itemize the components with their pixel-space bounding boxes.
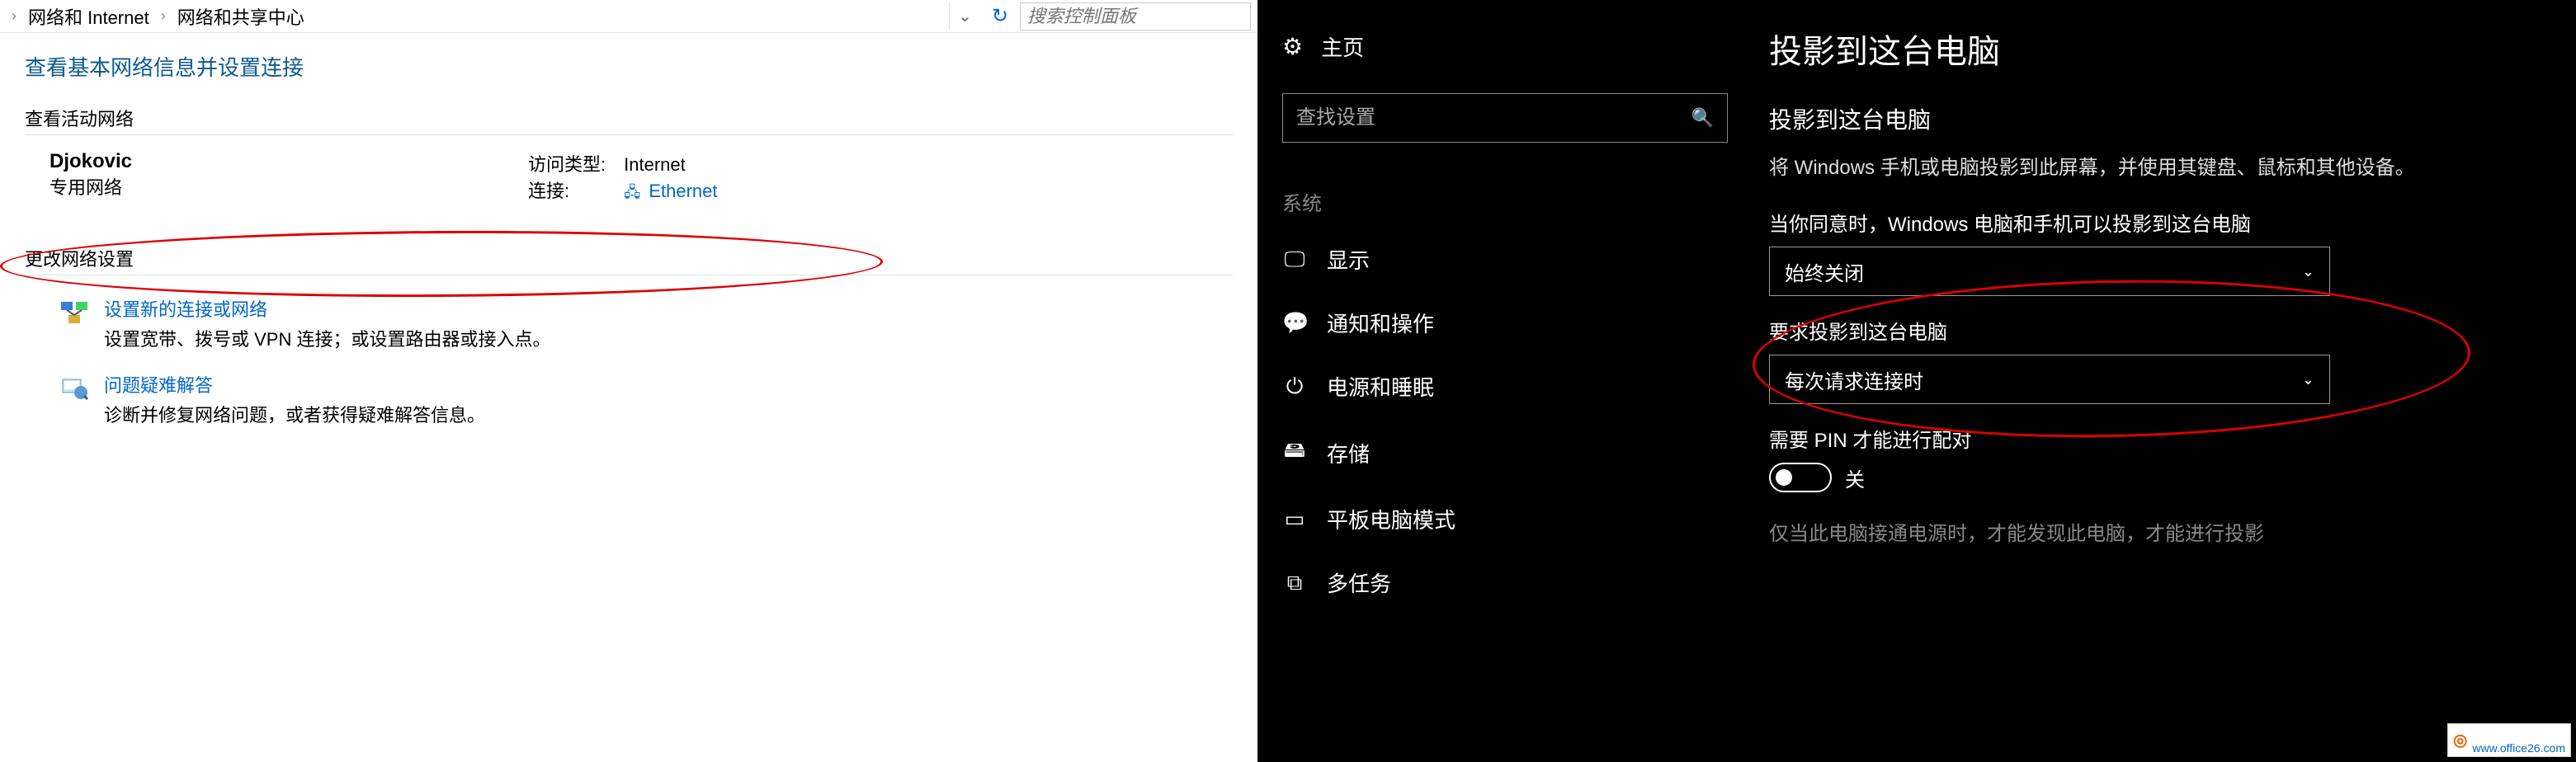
- breadcrumb: › 网络和 Internet › 网络和共享中心: [7, 3, 304, 30]
- ethernet-link[interactable]: Ethernet: [649, 181, 717, 201]
- office-logo-icon: ◎: [2453, 730, 2467, 750]
- toggle-knob: [1776, 469, 1792, 486]
- troubleshoot[interactable]: 问题疑难解答 诊断并修复网络问题，或者获得疑难解答信息。: [25, 361, 1233, 437]
- troubleshoot-desc: 诊断并修复网络问题，或者获得疑难解答信息。: [104, 401, 485, 427]
- breadcrumb-network-internet[interactable]: 网络和 Internet: [28, 3, 149, 30]
- chevron-right-icon: ›: [156, 7, 171, 25]
- home-button[interactable]: ⚙ 主页: [1257, 20, 1753, 73]
- require-pin-toggle[interactable]: [1769, 463, 1832, 492]
- address-dropdown-icon[interactable]: ⌄: [949, 2, 980, 30]
- category-system: 系统: [1257, 162, 1753, 228]
- connection-label: 连接:: [528, 176, 619, 203]
- setup-new-connection[interactable]: 设置新的连接或网络 设置宽带、拨号或 VPN 连接；或设置路由器或接入点。: [25, 285, 1233, 361]
- watermark-url: www.office26.com: [2472, 742, 2565, 755]
- network-setup-icon: [58, 295, 91, 328]
- access-type-label: 访问类型:: [528, 150, 619, 176]
- sidebar-item-multitask[interactable]: ⧉ 多任务: [1257, 551, 1753, 614]
- dropdown-value: 每次请求连接时: [1785, 365, 1923, 394]
- notifications-icon: 💬: [1282, 310, 1307, 336]
- control-panel-search[interactable]: 🔍: [1020, 2, 1251, 31]
- control-panel-body: 查看基本网络信息并设置连接 查看活动网络 Djokovic 专用网络 访问类型:…: [0, 33, 1257, 449]
- network-name: Djokovic: [50, 150, 528, 173]
- section-active-networks: 查看活动网络: [25, 105, 1233, 131]
- ethernet-icon: 🖧: [624, 184, 640, 200]
- sidebar-item-label: 电源和睡眠: [1327, 371, 1434, 402]
- toggle-state-label: 关: [1845, 463, 1865, 492]
- settings-sidebar: ⚙ 主页 🔍 系统 🖵 显示 💬 通知和操作 ⏻ 电源和睡眠 🖴 存储 ▭ 平板…: [1257, 0, 1753, 762]
- settings-search-input[interactable]: [1296, 106, 1691, 129]
- address-bar: › 网络和 Internet › 网络和共享中心 ⌄ ↻ 🔍: [0, 0, 1257, 33]
- multitask-icon: ⧉: [1282, 570, 1307, 596]
- sidebar-item-label: 多任务: [1327, 567, 1391, 598]
- sidebar-item-label: 通知和操作: [1327, 308, 1434, 338]
- settings-window: ⚙ 主页 🔍 系统 🖵 显示 💬 通知和操作 ⏻ 电源和睡眠 🖴 存储 ▭ 平板…: [1257, 0, 2576, 762]
- require-pin-label: 需要 PIN 才能进行配对: [1769, 424, 2543, 453]
- display-icon: 🖵: [1282, 247, 1307, 273]
- sidebar-item-label: 存储: [1327, 438, 1370, 468]
- chevron-down-icon: ⌄: [2302, 371, 2314, 388]
- sidebar-item-tablet[interactable]: ▭ 平板电脑模式: [1257, 487, 1753, 551]
- sidebar-item-label: 显示: [1327, 244, 1370, 275]
- plugged-in-help: 仅当此电脑接通电源时，才能发现此电脑，才能进行投影: [1769, 517, 2543, 546]
- watermark: ◎ Office教程网 www.office26.com: [2447, 723, 2571, 757]
- page-title: 投影到这台电脑: [1769, 25, 2543, 73]
- access-type-value: Internet: [624, 154, 686, 175]
- troubleshoot-link[interactable]: 问题疑难解答: [104, 371, 485, 397]
- section-subtitle: 投影到这台电脑: [1769, 102, 2543, 135]
- settings-main: 投影到这台电脑 投影到这台电脑 将 Windows 手机或电脑投影到此屏幕，并使…: [1753, 0, 2576, 762]
- storage-icon: 🖴: [1282, 435, 1307, 471]
- sidebar-item-label: 平板电脑模式: [1327, 504, 1455, 534]
- setup-connection-desc: 设置宽带、拨号或 VPN 连接；或设置路由器或接入点。: [104, 325, 550, 351]
- dropdown-value: 始终关闭: [1785, 257, 1864, 286]
- sidebar-item-display[interactable]: 🖵 显示: [1257, 228, 1753, 291]
- search-icon[interactable]: 🔍: [1691, 107, 1714, 129]
- chevron-down-icon: ⌄: [2302, 263, 2314, 280]
- gear-icon: ⚙: [1282, 33, 1303, 60]
- home-label: 主页: [1321, 31, 1364, 62]
- power-icon: ⏻: [1282, 374, 1307, 400]
- refresh-icon[interactable]: ↻: [980, 4, 1020, 28]
- sidebar-item-storage[interactable]: 🖴 存储: [1257, 418, 1753, 487]
- search-input[interactable]: [1027, 6, 1268, 27]
- setup-connection-link[interactable]: 设置新的连接或网络: [104, 295, 550, 322]
- page-title: 查看基本网络信息并设置连接: [25, 45, 1233, 96]
- tablet-icon: ▭: [1282, 506, 1307, 532]
- control-panel-window: › 网络和 Internet › 网络和共享中心 ⌄ ↻ 🔍 查看基本网络信息并…: [0, 0, 1257, 762]
- watermark-brand: Office教程网: [2472, 726, 2565, 742]
- ask-to-project-dropdown[interactable]: 每次请求连接时 ⌄: [1769, 355, 2330, 404]
- chevron-right-icon[interactable]: ›: [7, 7, 21, 25]
- active-network-row: Djokovic 专用网络 访问类型: Internet 连接: 🖧 Ether…: [25, 145, 1233, 212]
- troubleshoot-icon: [58, 371, 91, 404]
- sidebar-item-power[interactable]: ⏻ 电源和睡眠: [1257, 355, 1753, 418]
- ask-to-project-label: 要求投影到这台电脑: [1769, 316, 2543, 345]
- sidebar-item-notifications[interactable]: 💬 通知和操作: [1257, 291, 1753, 355]
- settings-search[interactable]: 🔍: [1282, 93, 1728, 143]
- projection-permission-label: 当你同意时，Windows 电脑和手机可以投影到这台电脑: [1769, 208, 2543, 237]
- section-description: 将 Windows 手机或电脑投影到此屏幕，并使用其键盘、鼠标和其他设备。: [1769, 153, 2543, 183]
- breadcrumb-sharing-center[interactable]: 网络和共享中心: [177, 3, 304, 30]
- projection-permission-dropdown[interactable]: 始终关闭 ⌄: [1769, 247, 2330, 296]
- network-profile: 专用网络: [50, 173, 528, 200]
- section-change-settings: 更改网络设置: [25, 245, 1233, 271]
- divider: [25, 134, 1233, 135]
